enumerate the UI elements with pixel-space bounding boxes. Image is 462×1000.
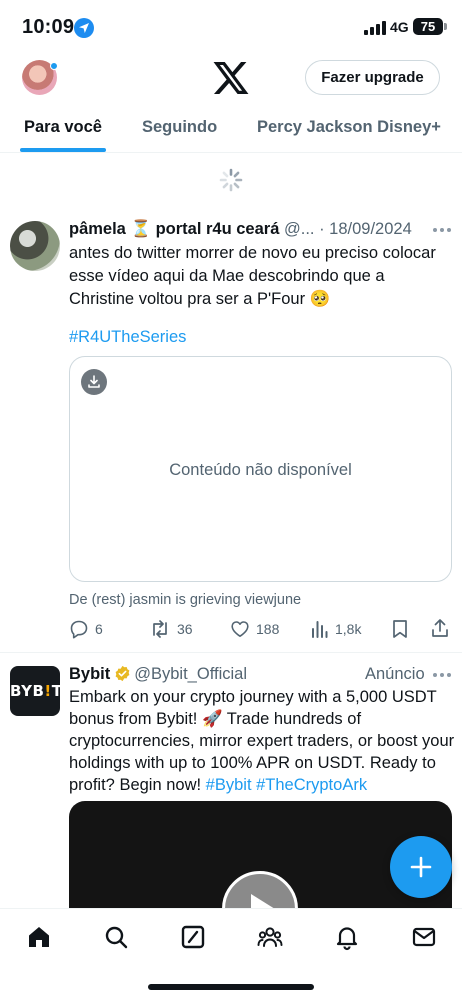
repost-button[interactable]: 36 — [149, 618, 193, 640]
more-options-icon[interactable] — [433, 228, 451, 234]
notifications-bell-icon[interactable] — [333, 923, 361, 951]
tweet-text: antes do twitter morrer de novo eu preci… — [69, 244, 436, 308]
download-icon[interactable] — [81, 369, 107, 395]
bybit-logo-text: BYB — [10, 682, 45, 700]
tweet-divider — [0, 652, 462, 653]
upgrade-button[interactable]: Fazer upgrade — [305, 60, 440, 95]
tab-percy-jackson[interactable]: Percy Jackson Disney+ — [257, 118, 441, 137]
ad-more-options-icon[interactable] — [433, 673, 451, 679]
reply-count: 6 — [95, 621, 103, 637]
messages-icon[interactable] — [410, 923, 438, 951]
bookmark-icon[interactable] — [391, 619, 409, 639]
status-bar: 10:09 4G 75 — [0, 0, 462, 56]
repost-icon — [153, 620, 167, 638]
tweet-header: pâmela ⏳ portal r4u ceará @... · 18/09/2… — [69, 220, 455, 240]
verified-badge-icon — [115, 665, 130, 682]
ad-author-name[interactable]: Bybit — [69, 665, 110, 683]
tweet-actions: 6 36 188 1,8k — [69, 618, 452, 640]
battery-icon: 75 — [413, 18, 443, 35]
heart-icon — [231, 621, 249, 637]
ad-label: Anúncio — [365, 665, 425, 683]
reply-button[interactable]: 6 — [69, 618, 103, 640]
bybit-logo-text-end: T — [51, 682, 63, 700]
status-time: 10:09 — [22, 16, 75, 38]
network-type: 4G — [390, 19, 409, 35]
tweet-author-handle[interactable]: @... — [284, 220, 315, 238]
notification-dot — [50, 62, 58, 70]
media-unavailable-message: Conteúdo não disponível — [169, 461, 352, 479]
compose-button[interactable] — [390, 836, 452, 898]
location-arrow-icon — [74, 18, 94, 38]
views-button[interactable]: 1,8k — [311, 618, 361, 640]
bybit-avatar[interactable]: BYB!T — [10, 666, 63, 716]
signal-bars-icon — [364, 21, 386, 35]
tweet-author-name[interactable]: pâmela ⏳ portal r4u ceará — [69, 220, 279, 238]
ad-text: Embark on your crypto journey with a 5,0… — [69, 686, 455, 796]
grok-icon[interactable] — [179, 923, 207, 951]
ad-hashtags[interactable]: #Bybit #TheCryptoArk — [206, 776, 367, 794]
view-count: 1,8k — [335, 621, 362, 637]
communities-icon[interactable] — [256, 923, 284, 951]
home-indicator — [148, 984, 314, 990]
unavailable-media: Conteúdo não disponível — [69, 356, 452, 582]
active-tab-indicator — [20, 148, 106, 152]
share-icon[interactable] — [430, 618, 450, 638]
tweet-author-avatar[interactable] — [10, 221, 60, 271]
like-count: 188 — [256, 621, 280, 637]
bybit-logo-accent: ! — [44, 682, 52, 700]
reply-icon — [70, 620, 88, 639]
like-button[interactable]: 188 — [230, 618, 279, 640]
home-icon[interactable] — [25, 923, 53, 951]
ad-author-handle[interactable]: @Bybit_Official — [134, 665, 247, 683]
tweet-date: · 18/09/2024 — [319, 220, 412, 238]
x-logo-icon[interactable] — [213, 62, 249, 94]
plus-icon — [410, 856, 432, 878]
battery-tip — [444, 23, 447, 30]
play-button[interactable] — [222, 871, 298, 911]
search-icon[interactable] — [102, 923, 130, 951]
repost-count: 36 — [177, 621, 193, 637]
tab-para-voce[interactable]: Para você — [24, 118, 102, 137]
timeline-tabs: Para você Seguindo Percy Jackson Disney+ — [0, 100, 462, 153]
tweet-source-line[interactable]: De (rest) jasmin is grieving viewjune — [69, 592, 301, 608]
views-icon — [312, 621, 328, 638]
loading-spinner-icon — [219, 168, 243, 192]
tab-seguindo[interactable]: Seguindo — [142, 118, 217, 137]
tweet-hashtag[interactable]: #R4UTheSeries — [69, 328, 186, 347]
